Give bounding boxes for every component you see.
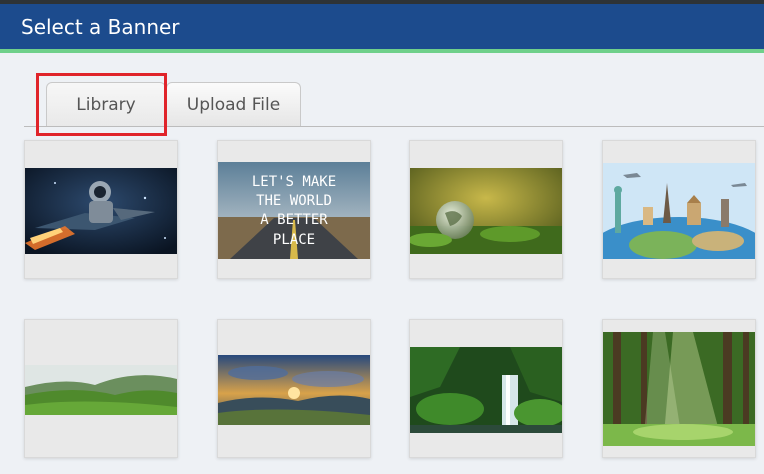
banner-image [603,163,755,259]
banner-thumb-sunlit-forest[interactable] [602,319,756,458]
quote-line-2: THE WORLD [256,193,332,209]
banner-thumb-road-quote[interactable]: LET'S MAKE THE WORLD A BETTER PLACE [217,140,371,279]
banner-thumb-green-hills[interactable] [24,319,178,458]
tab-divider [24,126,764,127]
quote-line-1: LET'S MAKE [252,174,336,190]
dialog-title: Select a Banner [21,15,180,39]
banner-thumb-glass-globe[interactable] [409,140,563,279]
banner-thumb-world-landmarks[interactable] [602,140,756,279]
banner-image [25,168,177,254]
quote-line-4: PLACE [273,232,315,248]
banner-image [410,347,562,433]
tab-upload-file[interactable]: Upload File [166,82,301,126]
banner-image: LET'S MAKE THE WORLD A BETTER PLACE [218,162,370,259]
banner-thumb-astronaut-rocket[interactable] [24,140,178,279]
dialog-header: Select a Banner [0,4,764,53]
quote-line-3: A BETTER [260,212,328,228]
banner-thumb-jungle-waterfall[interactable] [409,319,563,458]
banner-image [603,332,755,446]
banner-image [410,168,562,254]
tab-bar: Library Upload File [0,53,764,128]
banner-image [25,365,177,415]
tab-library[interactable]: Library [46,82,166,126]
banner-image [218,355,370,425]
banner-thumb-sunset-valley[interactable] [217,319,371,458]
